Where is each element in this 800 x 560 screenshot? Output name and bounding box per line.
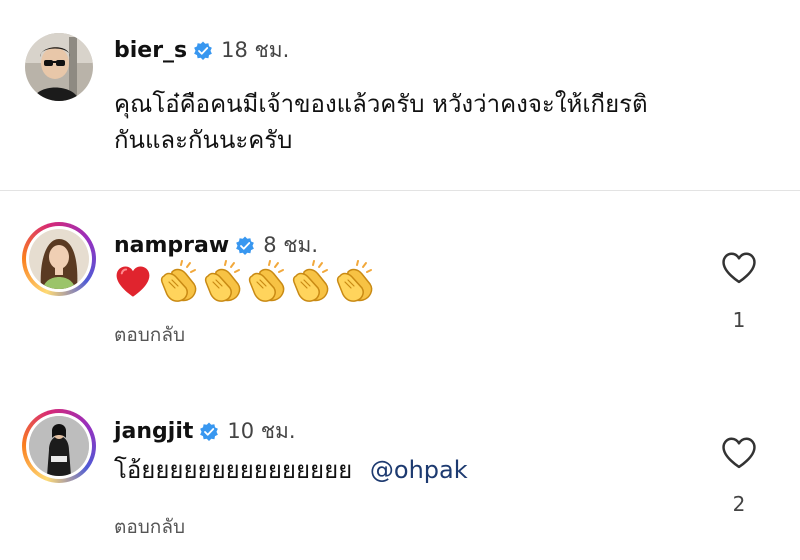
username[interactable]: nampraw xyxy=(114,233,229,258)
heart-outline-icon[interactable] xyxy=(720,436,758,470)
like-count: 2 xyxy=(732,492,746,516)
comment-text: โอ้ยยยยยยยยยยยยยยย @ohpak xyxy=(114,452,468,488)
comment-header: bier_s 18 ชม. xyxy=(114,34,289,67)
verified-badge-icon xyxy=(199,422,219,442)
timestamp: 18 ชม. xyxy=(221,38,290,62)
avatar-bier-s[interactable] xyxy=(25,33,93,101)
mention-link[interactable]: @ohpak xyxy=(370,456,468,484)
comment-text-content: โอ้ยยยยยยยยยยยยยยย xyxy=(114,456,353,484)
clapping-hands-icon xyxy=(290,260,334,304)
reply-button[interactable]: ตอบกลับ xyxy=(114,320,185,350)
username[interactable]: jangjit xyxy=(114,419,193,444)
reply-button[interactable]: ตอบกลับ xyxy=(114,512,185,542)
avatar-nampraw[interactable] xyxy=(22,222,96,296)
avatar-jangjit[interactable] xyxy=(22,409,96,483)
comment-header: jangjit 10 ชม. xyxy=(114,415,296,448)
clapping-hands-icon xyxy=(158,260,202,304)
like-count: 1 xyxy=(732,308,746,332)
emoji-row xyxy=(114,260,378,304)
avatar-photo xyxy=(25,33,93,101)
comment-text-line: คุณโอ๋คือคนมีเจ้าของแล้วครับ หวังว่าคงจะ… xyxy=(114,90,648,118)
clapping-hands-icon xyxy=(246,260,290,304)
comment-bier-s: bier_s 18 ชม. คุณโอ๋คือคนมีเจ้าของแล้วคร… xyxy=(0,0,800,190)
timestamp: 10 ชม. xyxy=(227,419,296,443)
username[interactable]: bier_s xyxy=(114,38,187,63)
verified-badge-icon xyxy=(235,236,255,256)
red-heart-icon xyxy=(114,263,152,301)
comment-text: คุณโอ๋คือคนมีเจ้าของแล้วครับ หวังว่าคงจะ… xyxy=(114,86,648,158)
clapping-hands-icon xyxy=(334,260,378,304)
timestamp: 8 ชม. xyxy=(263,233,319,257)
avatar-photo xyxy=(29,416,89,476)
clapping-hands-icon xyxy=(202,260,246,304)
comment-header: nampraw 8 ชม. xyxy=(114,229,318,262)
heart-outline-icon[interactable] xyxy=(720,251,758,285)
comment-text-line: กันและกันนะครับ xyxy=(114,126,293,154)
verified-badge-icon xyxy=(193,41,213,61)
avatar-photo xyxy=(29,229,89,289)
